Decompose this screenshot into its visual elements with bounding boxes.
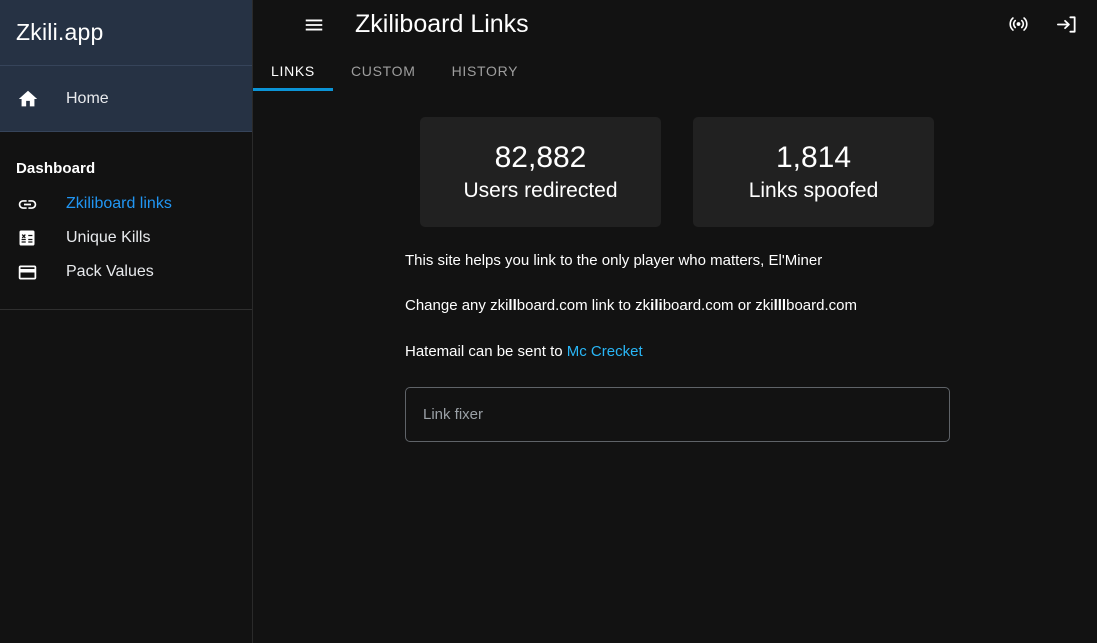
domain-variant2-emphasis: lll xyxy=(773,297,787,315)
p3-lead: Hatemail can be sent to xyxy=(405,342,567,360)
hatemail-contact-link[interactable]: Mc Crecket xyxy=(567,343,643,360)
sidebar-item-home[interactable]: Home xyxy=(0,66,252,132)
sidebar-item-home-label: Home xyxy=(66,89,109,107)
tab-bar: LINKS CUSTOM HISTORY xyxy=(253,49,1097,91)
domain-variant1-post: board.com xyxy=(662,297,734,315)
sidebar-item-zkiliboard-links[interactable]: Zkiliboard links xyxy=(0,187,252,221)
tab-history[interactable]: HISTORY xyxy=(434,51,537,91)
hamburger-menu-icon[interactable] xyxy=(301,12,327,38)
description-block: This site helps you link to the only pla… xyxy=(253,251,1097,362)
sidebar-item-label: Pack Values xyxy=(66,263,154,280)
main-area: Zkiliboard Links LINKS CUSTOM HISTORY 82… xyxy=(253,0,1097,643)
p2-mid: link to xyxy=(587,297,636,315)
description-line-3: Hatemail can be sent to Mc Crecket xyxy=(405,342,1097,362)
stat-label: Links spoofed xyxy=(748,178,879,202)
link-fixer-input[interactable] xyxy=(405,386,950,442)
sidebar-item-label: Zkiliboard links xyxy=(66,195,172,212)
sidebar-item-unique-kills[interactable]: Unique Kills xyxy=(0,221,252,255)
sidebar-empty-space xyxy=(0,310,252,643)
home-icon xyxy=(16,87,40,111)
sidebar-nav-list: Zkiliboard links Unique Kills Pack Value… xyxy=(0,187,252,299)
p2-lead: Change any xyxy=(405,297,491,315)
stat-value: 1,814 xyxy=(775,141,852,175)
stats-row: 82,882 Users redirected 1,814 Links spoo… xyxy=(253,117,1097,227)
link-icon xyxy=(16,193,38,215)
link-fixer-wrap xyxy=(253,386,1097,442)
sidebar-item-pack-values[interactable]: Pack Values xyxy=(0,255,252,289)
stat-card-users-redirected: 82,882 Users redirected xyxy=(420,117,661,227)
stat-card-links-spoofed: 1,814 Links spoofed xyxy=(693,117,934,227)
credit-card-icon xyxy=(16,261,38,283)
sidebar-section-dashboard: Dashboard xyxy=(16,160,96,177)
app-root: Zkili.app Home Dashboard Zkiliboard link… xyxy=(0,0,1097,643)
brand-title: Zkili.app xyxy=(16,19,104,45)
top-bar-actions xyxy=(1005,12,1079,38)
calculate-icon xyxy=(16,227,38,249)
domain-original-emphasis: ll xyxy=(508,297,517,315)
description-line-1: This site helps you link to the only pla… xyxy=(405,252,823,269)
domain-variant1-emphasis: ili xyxy=(650,297,663,315)
stat-value: 82,882 xyxy=(494,141,587,175)
description-line-2: Change any zkillboard.com link to zkilib… xyxy=(405,296,1097,316)
page-title: Zkiliboard Links xyxy=(355,10,529,38)
tab-custom[interactable]: CUSTOM xyxy=(333,51,434,91)
domain-original-pre: zki xyxy=(490,297,509,315)
tab-panel-links: 82,882 Users redirected 1,814 Links spoo… xyxy=(253,91,1097,643)
domain-variant1-pre: zk xyxy=(635,297,651,315)
sidebar-item-label: Unique Kills xyxy=(66,229,151,246)
tab-links[interactable]: LINKS xyxy=(253,51,333,91)
sidebar-brand[interactable]: Zkili.app xyxy=(0,0,252,66)
stat-label: Users redirected xyxy=(463,178,618,202)
broadcast-icon[interactable] xyxy=(1005,12,1031,38)
p2-or: or xyxy=(733,297,756,315)
top-app-bar: Zkiliboard Links xyxy=(253,0,1097,49)
domain-variant2-post: board.com xyxy=(786,297,857,315)
sidebar: Zkili.app Home Dashboard Zkiliboard link… xyxy=(0,0,253,643)
domain-original-post: board.com xyxy=(516,297,588,315)
domain-variant2-pre: zki xyxy=(755,297,774,315)
login-icon[interactable] xyxy=(1053,12,1079,38)
